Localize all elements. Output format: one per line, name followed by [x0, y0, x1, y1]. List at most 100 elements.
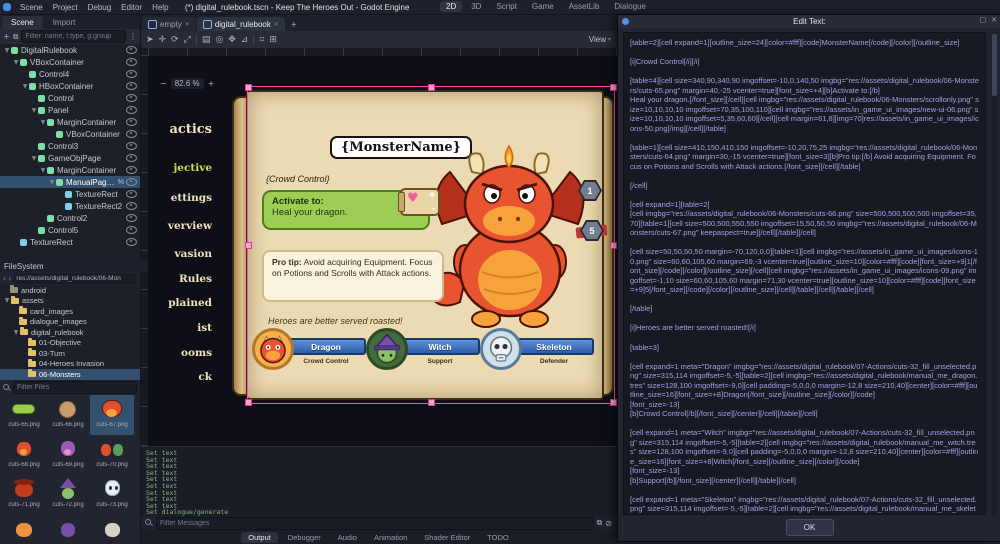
tree-row[interactable]: ▼ GameObjPage — [0, 152, 140, 164]
new-scene-tab-button[interactable]: + — [286, 20, 302, 31]
file-thumbnail[interactable]: cuts-73.png — [90, 475, 134, 515]
scene-tab-digital-rulebook[interactable]: digital_rulebook ✕ — [196, 17, 285, 31]
tree-row[interactable]: ▼ DigitalRulebook — [0, 44, 140, 56]
file-thumbnail-selected[interactable]: cuts-67.png — [90, 395, 134, 435]
add-node-button[interactable]: + — [3, 32, 10, 41]
close-icon[interactable]: ✕ — [991, 16, 997, 24]
output-log[interactable]: Set text Set text Set text Set text Set … — [140, 446, 617, 516]
workspace-2d[interactable]: 2D — [440, 1, 463, 12]
scene-tree-options-icon[interactable]: ⋮ — [129, 32, 137, 41]
visibility-eye-icon[interactable] — [126, 118, 137, 126]
expand-arrow-icon[interactable]: ▼ — [48, 179, 56, 186]
folder-row[interactable]: dialogue_images — [0, 316, 140, 328]
tree-row[interactable]: ▼ Panel — [0, 104, 140, 116]
visibility-eye-icon[interactable] — [126, 226, 137, 234]
menu-debug[interactable]: Debug — [83, 3, 117, 12]
expand-arrow-icon[interactable]: ▼ — [12, 59, 20, 66]
zoom-out-icon[interactable]: − — [160, 79, 167, 88]
tree-row[interactable]: ▼ HBoxContainer — [0, 80, 140, 92]
file-thumbnail[interactable]: cuts-72.png — [46, 475, 90, 515]
tree-row[interactable]: ▼Control3 — [0, 140, 140, 152]
visibility-eye-icon[interactable] — [126, 82, 137, 90]
visibility-eye-icon[interactable] — [126, 142, 137, 150]
file-thumbnail[interactable]: cuts-65.png — [2, 395, 46, 435]
bottom-tab-audio[interactable]: Audio — [331, 532, 364, 543]
tree-row[interactable]: ▼Control — [0, 92, 140, 104]
grid-snap-icon[interactable]: ⊞ — [269, 35, 277, 45]
zoom-in-icon[interactable]: + — [208, 79, 215, 88]
visibility-eye-icon[interactable] — [126, 154, 137, 162]
visibility-eye-icon[interactable] — [126, 70, 137, 78]
menu-editor[interactable]: Editor — [116, 3, 147, 12]
expand-arrow-icon[interactable]: ▼ — [39, 167, 47, 174]
tab-scene[interactable]: Scene — [2, 16, 43, 29]
expand-arrow-icon[interactable]: ▼ — [3, 297, 11, 304]
visibility-eye-icon[interactable] — [126, 94, 137, 102]
nav-forward-icon[interactable]: › — [8, 274, 11, 283]
folder-row[interactable]: 03-Turn — [0, 348, 140, 359]
zoom-percentage[interactable]: 82.6 % — [170, 78, 204, 89]
bottom-tab-debugger[interactable]: Debugger — [281, 532, 328, 543]
file-filter-input[interactable] — [13, 381, 137, 394]
bottom-tab-shader-editor[interactable]: Shader Editor — [417, 532, 477, 543]
folder-row[interactable]: ▼ assets — [0, 295, 140, 307]
ok-button[interactable]: OK — [785, 519, 834, 536]
tree-row[interactable]: ▼ MarginContainer — [0, 116, 140, 128]
instance-scene-button[interactable]: ⧉ — [13, 32, 19, 42]
visibility-eye-icon[interactable] — [126, 130, 137, 138]
expand-arrow-icon[interactable]: ▼ — [3, 47, 11, 54]
view-menu-button[interactable]: View ▾ — [589, 35, 611, 44]
folder-row[interactable]: card_images — [0, 306, 140, 317]
file-thumbnail[interactable]: cuts-69.png — [46, 435, 90, 475]
tree-row[interactable]: ▼TextureRect — [0, 236, 140, 248]
menu-help[interactable]: Help — [147, 3, 173, 12]
pivot-tool-icon[interactable]: ◎ — [215, 35, 223, 45]
ruler-tool-icon[interactable]: ⊿ — [241, 35, 249, 45]
file-thumbnail[interactable]: cuts-68.png — [2, 435, 46, 475]
visibility-eye-icon[interactable] — [126, 178, 137, 186]
nav-back-icon[interactable]: ‹ — [3, 274, 6, 283]
folder-row-selected[interactable]: 06-Monsters — [0, 369, 140, 380]
copy-log-icon[interactable]: ⧉ — [597, 518, 603, 528]
visibility-eye-icon[interactable] — [126, 46, 137, 54]
file-thumbnail[interactable] — [46, 515, 90, 544]
file-thumbnail[interactable]: cuts-66.png — [46, 395, 90, 435]
pan-tool-icon[interactable]: ✥ — [228, 35, 236, 45]
folder-row[interactable]: android — [0, 285, 140, 296]
visibility-eye-icon[interactable] — [126, 58, 137, 66]
output-filter-input[interactable] — [156, 516, 594, 530]
tree-row[interactable]: ▼ VBoxContainer — [0, 56, 140, 68]
scrollbar-thumb[interactable] — [992, 34, 997, 96]
workspace-script[interactable]: Script — [490, 1, 522, 12]
bottom-tab-animation[interactable]: Animation — [367, 532, 414, 543]
menu-project[interactable]: Project — [48, 3, 83, 12]
rotate-tool-icon[interactable]: ⟳ — [171, 35, 179, 45]
tree-row[interactable]: ▼ MarginContainer — [0, 164, 140, 176]
close-tab-icon[interactable]: ✕ — [274, 21, 279, 28]
workspace-game[interactable]: Game — [526, 1, 560, 12]
2d-viewport-canvas[interactable]: − 82.6 % + actics jective ettings vervie… — [148, 56, 617, 446]
folder-row[interactable]: 01-Objective — [0, 337, 140, 349]
bottom-tab-todo[interactable]: TODO — [480, 532, 516, 543]
bbcode-text-area[interactable]: [table=2][cell expand=1][outline_size=24… — [623, 32, 986, 515]
scene-filter-input[interactable] — [21, 30, 126, 43]
workspace-assetlib[interactable]: AssetLib — [563, 1, 606, 12]
clear-log-icon[interactable]: ⊘ — [605, 519, 612, 528]
tree-row[interactable]: ▼Control2 — [0, 212, 140, 224]
visibility-eye-icon[interactable] — [126, 202, 137, 210]
select-tool-icon[interactable]: ➤ — [146, 35, 154, 45]
file-thumbnail[interactable] — [2, 515, 46, 544]
tree-row-selected[interactable]: ▼ ManualPageText% — [0, 176, 140, 188]
visibility-eye-icon[interactable] — [126, 214, 137, 222]
expand-arrow-icon[interactable]: ▼ — [30, 107, 38, 114]
file-thumbnail[interactable]: cuts-71.png — [2, 475, 46, 515]
smart-snap-icon[interactable]: ⌗ — [259, 35, 264, 45]
tree-row[interactable]: ▼TextureRect — [0, 188, 140, 200]
file-thumbnail[interactable] — [90, 515, 134, 544]
workspace-dialogue[interactable]: Dialogue — [608, 1, 652, 12]
visibility-eye-icon[interactable] — [126, 166, 137, 174]
close-tab-icon[interactable]: ✕ — [185, 21, 190, 28]
scale-tool-icon[interactable]: ⤢ — [184, 35, 191, 45]
visibility-eye-icon[interactable] — [126, 190, 137, 198]
dialog-title-bar[interactable]: Edit Text: ▢ ✕ — [618, 15, 1000, 28]
